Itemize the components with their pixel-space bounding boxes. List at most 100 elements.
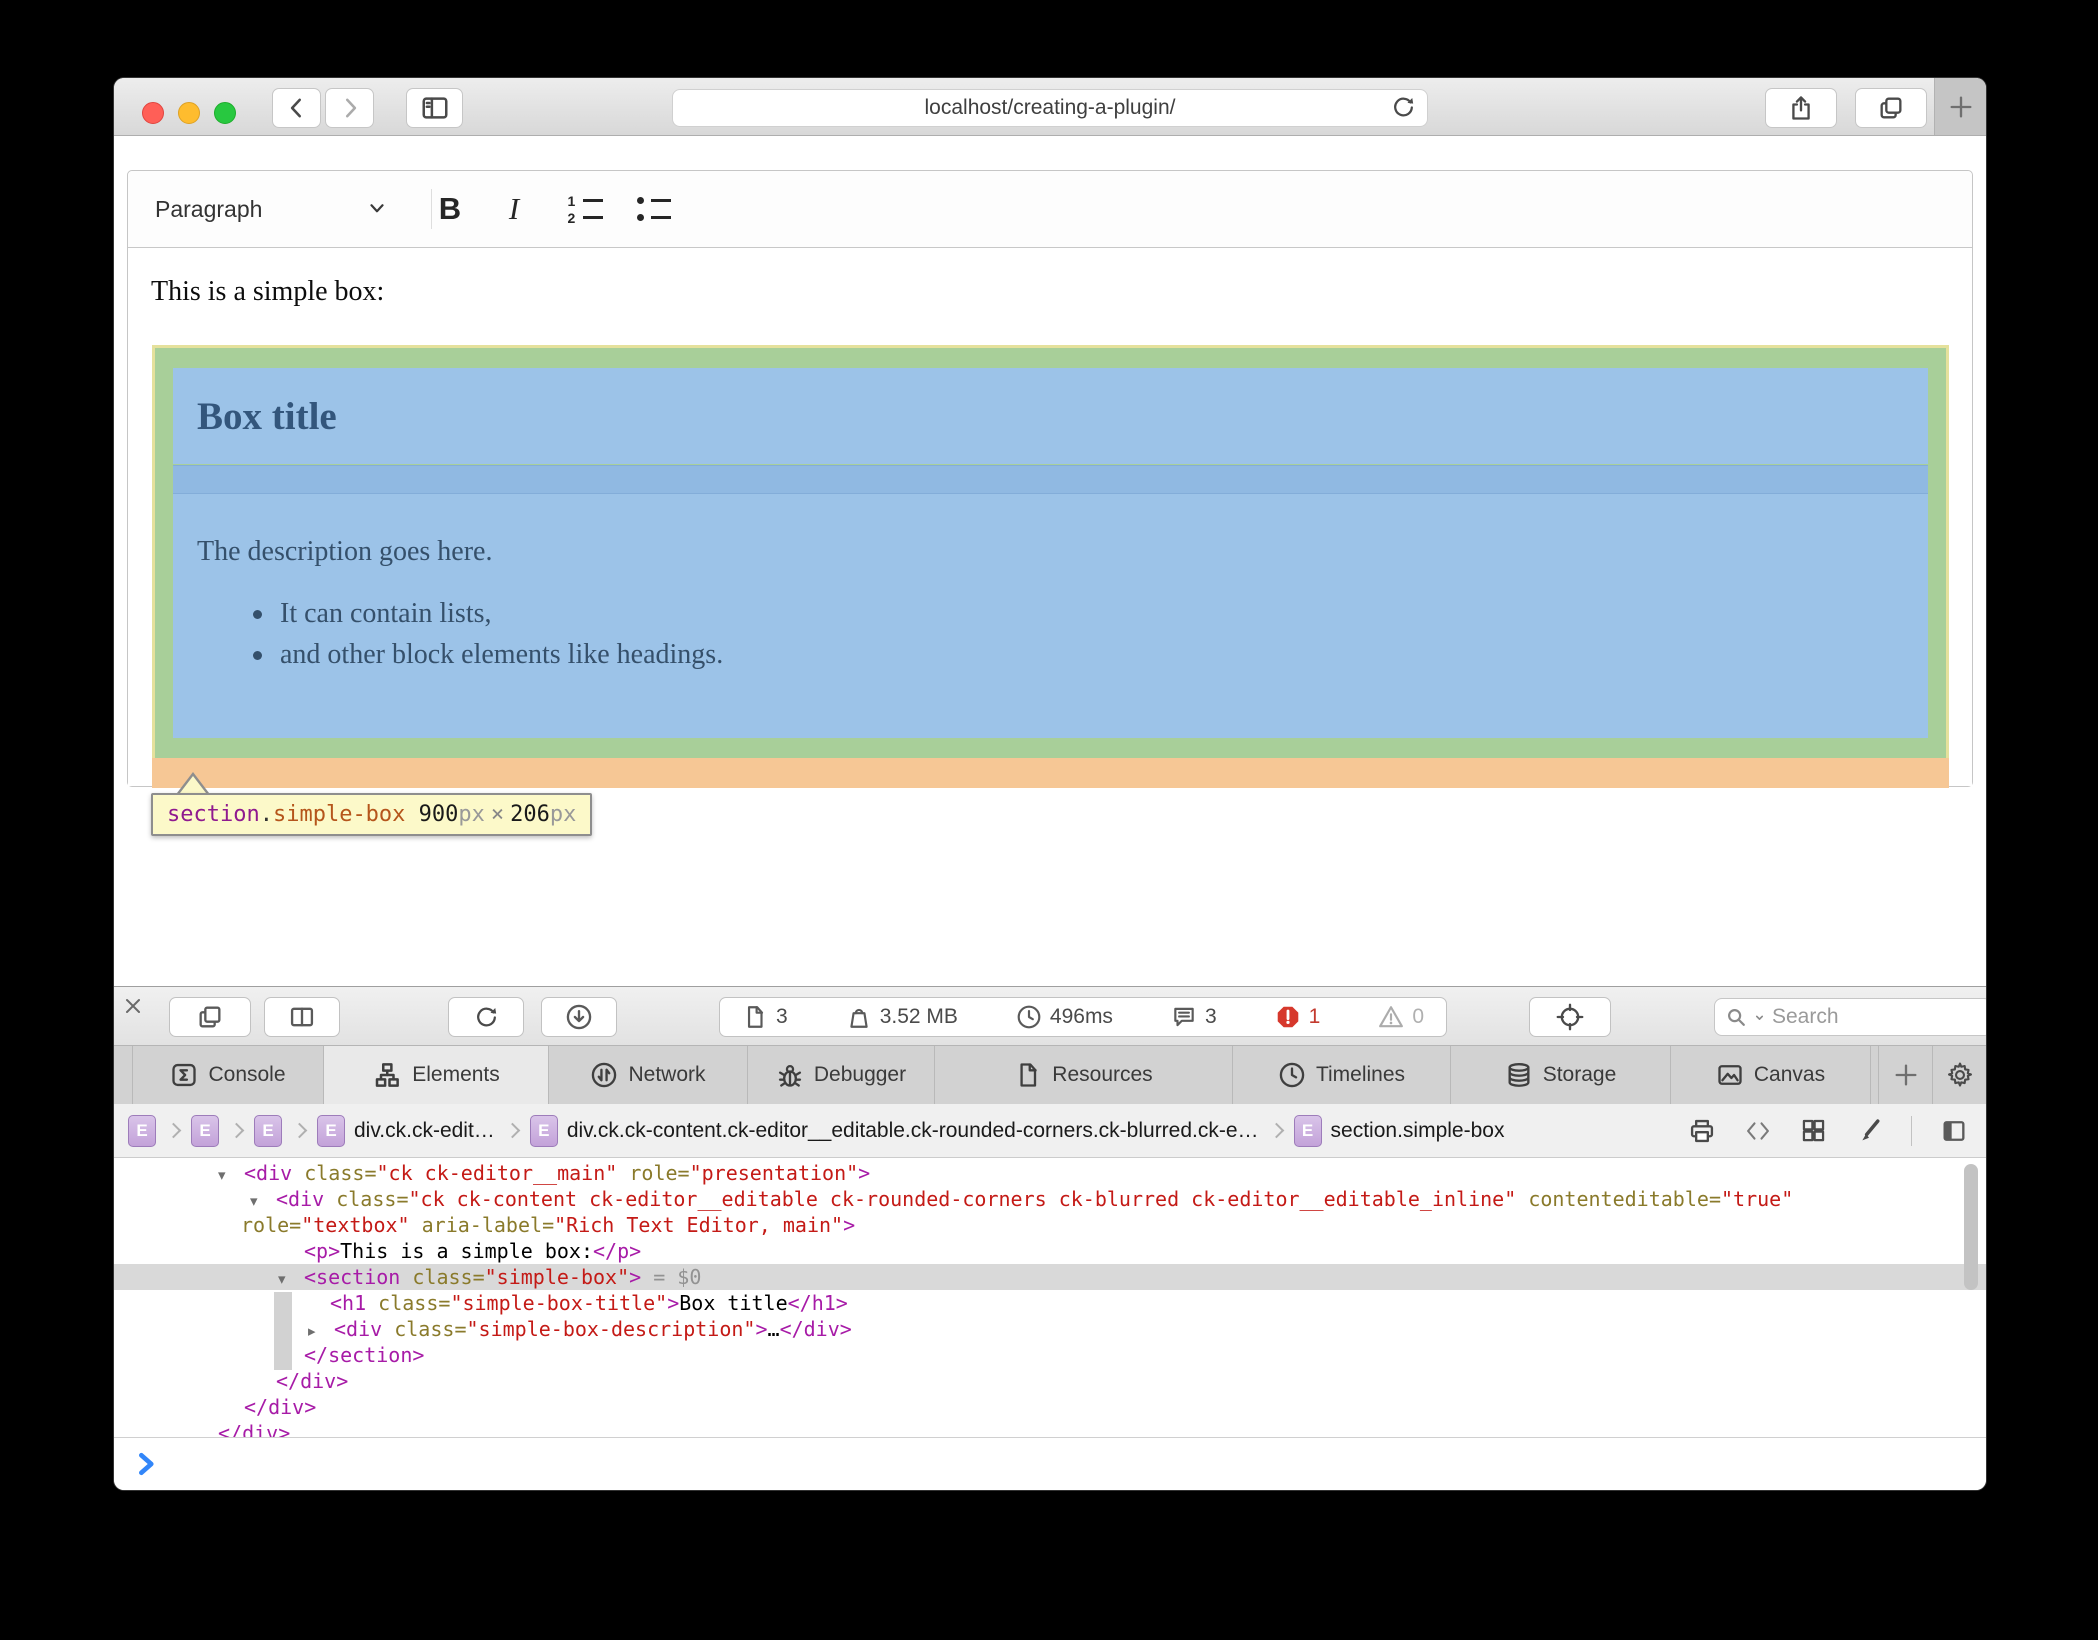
tooltip-dot: . <box>260 802 273 827</box>
minimize-window-button[interactable] <box>178 102 200 124</box>
breadcrumb-separator-icon <box>166 1123 182 1139</box>
split-pane-icon <box>288 1003 316 1031</box>
show-source-icon[interactable] <box>1744 1117 1772 1145</box>
dom-token-tag: </div> <box>218 1421 290 1437</box>
breadcrumb-item[interactable]: Ediv.ck.ck-content.ck-editor__editable.c… <box>530 1115 1259 1147</box>
zoom-window-button[interactable] <box>214 102 236 124</box>
breadcrumb-item[interactable]: E <box>128 1115 156 1147</box>
paragraph-style-dropdown[interactable]: Paragraph <box>155 171 262 247</box>
tab-elements[interactable]: Elements <box>324 1046 549 1104</box>
bullet-icon <box>253 651 262 660</box>
stat-clock[interactable]: 496ms <box>1004 1004 1125 1030</box>
crosshair-icon <box>1556 1003 1584 1031</box>
page-stats-group[interactable]: 3 3.52 MB 496ms 3 1 0 <box>719 997 1447 1037</box>
dom-token-tag: </div> <box>244 1395 316 1419</box>
resources-icon <box>1014 1061 1042 1089</box>
web-inspector: 3 3.52 MB 496ms 3 1 0 Search ConsoleElementsN… <box>114 986 1986 1490</box>
stat-warning-triangle[interactable]: 0 <box>1366 1004 1436 1030</box>
dom-token-val: "presentation" <box>690 1161 859 1185</box>
stat-weight[interactable]: 3.52 MB <box>834 1004 970 1030</box>
download-page-button[interactable] <box>541 997 617 1037</box>
stat-error-octagon[interactable]: 1 <box>1263 1004 1333 1030</box>
dom-token-meta: = $0 <box>641 1265 701 1289</box>
reload-icon <box>473 1004 500 1031</box>
dom-token-tag: </h1> <box>788 1291 848 1315</box>
chevron-down-icon[interactable] <box>366 197 388 219</box>
tab-storage[interactable]: Storage <box>1451 1046 1671 1104</box>
highlight-padding-region: Box title The description goes here. It … <box>155 348 1946 758</box>
share-button[interactable] <box>1765 88 1837 128</box>
details-sidebar-toggle-icon[interactable] <box>1940 1117 1968 1145</box>
tab-resources[interactable]: Resources <box>935 1046 1233 1104</box>
dom-tree-row[interactable]: </section> <box>114 1342 1986 1368</box>
tooltip-caret <box>177 772 209 793</box>
dom-tree-row[interactable]: ▸<div class="simple-box-description">…</… <box>114 1316 1986 1342</box>
reload-icon[interactable] <box>1390 94 1417 121</box>
dom-token-tag: <section <box>304 1265 400 1289</box>
download-icon <box>565 1003 593 1031</box>
dom-breadcrumb-bar: E E E Ediv.ck.ck-edit… Ediv.ck.ck-content.ck… <box>114 1104 1986 1158</box>
element-picker-button[interactable] <box>1529 997 1611 1037</box>
tab-console[interactable]: Console <box>132 1046 324 1104</box>
numbered-list-button[interactable]: 1 2 <box>556 171 614 247</box>
dom-token-plain <box>292 1161 304 1185</box>
dom-token-tag: > <box>858 1161 870 1185</box>
sidebar-toggle-button[interactable] <box>406 88 463 128</box>
dock-undock-button[interactable] <box>169 997 251 1037</box>
search-scope-chevron-icon[interactable] <box>1753 1011 1766 1024</box>
stat-document[interactable]: 3 <box>730 1004 800 1030</box>
dom-tree-row[interactable]: <h1 class="simple-box-title">Box title</… <box>114 1290 1986 1316</box>
dom-tree-row[interactable]: role="textbox" aria-label="Rich Text Edi… <box>114 1212 1986 1238</box>
force-appearance-icon[interactable] <box>1855 1117 1883 1145</box>
add-tab-button[interactable] <box>1878 1046 1932 1104</box>
stat-message-bubble[interactable]: 3 <box>1159 1004 1229 1030</box>
forward-button[interactable] <box>325 88 374 128</box>
bold-button[interactable]: B <box>424 171 476 247</box>
new-tab-button[interactable] <box>1934 78 1986 135</box>
tab-network[interactable]: Network <box>549 1046 748 1104</box>
breadcrumb-item[interactable]: E <box>254 1115 282 1147</box>
disclosure-open-icon[interactable]: ▾ <box>218 1162 244 1188</box>
dom-tree-row[interactable]: </div> <box>114 1394 1986 1420</box>
inspector-settings-button[interactable] <box>1932 1046 1986 1104</box>
dom-token-tag: <h1 <box>330 1291 366 1315</box>
back-button[interactable] <box>272 88 321 128</box>
address-bar[interactable]: localhost/creating-a-plugin/ <box>672 89 1428 127</box>
console-prompt-row[interactable] <box>114 1437 1986 1490</box>
dock-side-button[interactable] <box>264 997 340 1037</box>
tab-debugger[interactable]: Debugger <box>748 1046 935 1104</box>
tab-timelines[interactable]: Timelines <box>1233 1046 1451 1104</box>
disclosure-open-icon[interactable]: ▾ <box>250 1188 276 1214</box>
close-inspector-button[interactable] <box>114 987 152 1025</box>
dom-tree-row[interactable]: </div> <box>114 1368 1986 1394</box>
dom-token-attr: role <box>629 1161 677 1185</box>
tab-overview-button[interactable] <box>1855 88 1927 128</box>
print-styles-icon[interactable] <box>1688 1117 1716 1145</box>
editor-content[interactable]: This is a simple box: Box title The desc… <box>128 248 1972 786</box>
element-badge-icon: E <box>1294 1115 1322 1147</box>
bulleted-list-button[interactable] <box>624 171 682 247</box>
dom-tree-panel[interactable]: ▾<div class="ck ck-editor__main" role="p… <box>114 1158 1986 1437</box>
box-list-item: and other block elements like headings. <box>237 639 723 671</box>
breadcrumb-item-selected[interactable]: Esection.simple-box <box>1294 1115 1505 1147</box>
layout-grid-icon[interactable] <box>1800 1117 1827 1144</box>
dom-tree-row[interactable]: ▾<div class="ck ck-content ck-editor__ed… <box>114 1186 1986 1212</box>
tooltip-width-unit: px <box>458 802 485 827</box>
dom-token-tag: <p> <box>304 1239 340 1263</box>
dom-scrollbar-thumb[interactable] <box>1964 1164 1978 1290</box>
dom-tree-row-selected[interactable]: ▾<section class="simple-box"> = $0 <box>114 1264 1986 1290</box>
dom-tree-row[interactable]: ▾<div class="ck ck-editor__main" role="p… <box>114 1160 1986 1186</box>
dom-token-plain <box>366 1291 378 1315</box>
disclosure-closed-icon[interactable]: ▸ <box>308 1318 334 1344</box>
inspector-search-field[interactable]: Search <box>1714 998 1986 1036</box>
tooltip-width: 900 <box>419 802 459 827</box>
close-window-button[interactable] <box>142 102 164 124</box>
breadcrumb-item[interactable]: E <box>191 1115 219 1147</box>
dom-tree-row[interactable]: </div> <box>114 1420 1986 1437</box>
tab-canvas[interactable]: Canvas <box>1671 1046 1871 1104</box>
dom-tree-row[interactable]: <p>This is a simple box:</p> <box>114 1238 1986 1264</box>
inspector-reload-button[interactable] <box>448 997 524 1037</box>
breadcrumb-item[interactable]: Ediv.ck.ck-edit… <box>317 1115 495 1147</box>
italic-button[interactable]: I <box>488 171 540 247</box>
disclosure-open-icon[interactable]: ▾ <box>278 1266 304 1292</box>
